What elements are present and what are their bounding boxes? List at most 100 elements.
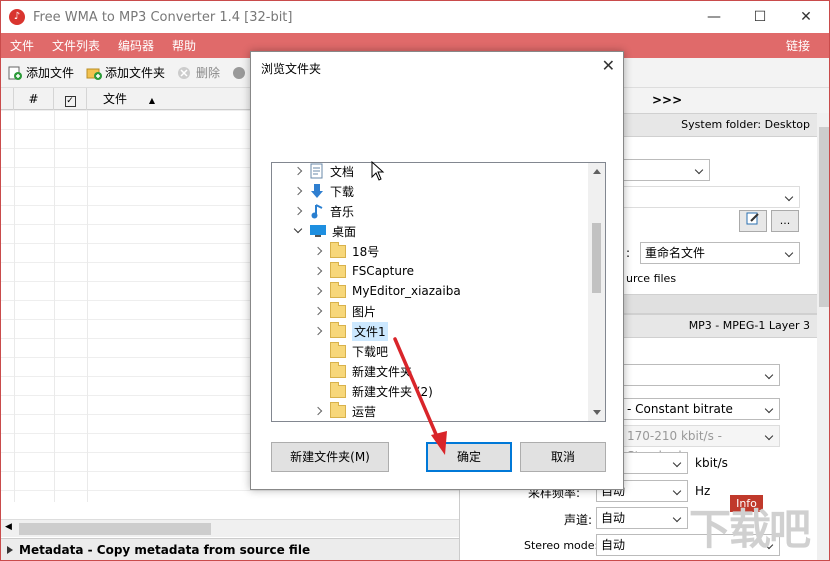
source-files-label: urce files bbox=[626, 272, 677, 285]
add-folder-button[interactable]: 添加文件夹 bbox=[86, 64, 165, 81]
tree-item-label: 新建文件夹 bbox=[352, 364, 413, 379]
folder-icon bbox=[330, 261, 346, 278]
tree-item-label: 下载吧 bbox=[352, 344, 389, 359]
folder-dropdown[interactable] bbox=[622, 159, 710, 181]
browse-button[interactable]: ... bbox=[771, 210, 799, 232]
stereo-mode-label: Stereo mode: bbox=[524, 539, 599, 552]
folder-icon bbox=[330, 341, 346, 358]
edit-path-button[interactable] bbox=[739, 210, 767, 232]
folder-icon bbox=[330, 401, 346, 418]
tree-item-label: 音乐 bbox=[330, 204, 355, 219]
tree-item[interactable]: 新建文件夹 bbox=[312, 361, 412, 381]
tree-item[interactable]: 文件1 bbox=[312, 321, 388, 341]
chevron-right-icon[interactable] bbox=[312, 404, 326, 418]
rename-dropdown[interactable]: 重命名文件 bbox=[640, 242, 800, 264]
add-folder-label: 添加文件夹 bbox=[105, 66, 166, 80]
folder-tree[interactable]: 文档下载音乐桌面 18号 FSCapture MyEditor_xiazaiba 图片文… bbox=[271, 162, 606, 422]
chevron-right-icon[interactable] bbox=[312, 324, 326, 338]
bitrate-range-dropdown: 170-210 kbit/s - Standard bbox=[622, 425, 780, 463]
tree-item[interactable]: 图片 bbox=[312, 301, 376, 321]
chevron-right-icon[interactable] bbox=[312, 304, 326, 318]
folder-icon bbox=[330, 321, 346, 338]
channel-label: 声道: bbox=[564, 513, 593, 527]
chevron-right-icon[interactable] bbox=[312, 284, 326, 298]
delete-label: 删除 bbox=[196, 66, 221, 80]
folder-icon bbox=[330, 241, 346, 258]
path-input[interactable] bbox=[622, 186, 800, 208]
tree-item[interactable]: FSCapture bbox=[312, 261, 414, 281]
dialog-close-button[interactable]: ✕ bbox=[602, 56, 615, 75]
tree-item-label: MyEditor_xiazaiba bbox=[352, 284, 461, 298]
tree-item[interactable]: 音乐 bbox=[292, 201, 354, 221]
tree-item-label: 文件1 bbox=[352, 321, 388, 341]
bitrate-mode-dropdown[interactable]: - Constant bitrate bbox=[622, 398, 780, 420]
menu-help[interactable]: 帮助 bbox=[163, 37, 205, 54]
tree-item[interactable]: 下载 bbox=[292, 181, 354, 201]
toolbar-extra-icon[interactable] bbox=[232, 66, 251, 80]
more-button[interactable]: >>> bbox=[652, 93, 682, 107]
download-icon bbox=[310, 183, 324, 199]
folder-icon bbox=[330, 361, 346, 378]
metadata-section[interactable]: Metadata - Copy metadata from source fil… bbox=[1, 538, 459, 560]
cancel-button[interactable]: 取消 bbox=[520, 442, 606, 472]
tree-item-label: 18号 bbox=[352, 244, 380, 259]
desktop-icon bbox=[310, 224, 326, 238]
bitrate-dropdown[interactable] bbox=[622, 452, 688, 474]
horizontal-scrollbar[interactable]: ◀ bbox=[1, 519, 459, 537]
maximize-button[interactable]: ☐ bbox=[737, 1, 783, 33]
tree-item[interactable]: MyEditor_xiazaiba bbox=[312, 281, 461, 301]
title-bar: ♪ Free WMA to MP3 Converter 1.4 [32-bit]… bbox=[1, 1, 829, 33]
kbit-unit-label: kbit/s bbox=[695, 456, 728, 470]
chevron-right-icon[interactable] bbox=[312, 264, 326, 278]
ok-button[interactable]: 确定 bbox=[426, 442, 512, 472]
mouse-cursor-icon bbox=[371, 161, 385, 181]
tree-item-label: 桌面 bbox=[332, 224, 357, 239]
tree-item[interactable]: 18号 bbox=[312, 241, 379, 261]
tree-item[interactable]: 桌面 bbox=[292, 221, 356, 241]
chevron-right-icon[interactable] bbox=[292, 204, 306, 218]
folder-icon bbox=[330, 281, 346, 298]
delete-button[interactable]: 删除 bbox=[177, 64, 220, 81]
chevron-right-icon[interactable] bbox=[312, 244, 326, 258]
add-file-button[interactable]: 添加文件 bbox=[7, 64, 74, 81]
channel-dropdown[interactable]: 自动 bbox=[596, 507, 688, 529]
tree-scrollbar[interactable] bbox=[588, 163, 605, 421]
tree-item-label: 图片 bbox=[352, 304, 377, 319]
tree-item[interactable]: 文档 bbox=[292, 163, 355, 181]
column-number[interactable]: # bbox=[14, 88, 54, 110]
add-folder-icon bbox=[86, 66, 103, 80]
tree-item[interactable]: 下载吧 bbox=[312, 341, 388, 361]
chevron-right-icon[interactable] bbox=[292, 184, 306, 198]
folder-icon bbox=[330, 381, 346, 398]
chevron-right-icon[interactable] bbox=[292, 164, 306, 178]
add-file-icon bbox=[7, 66, 23, 80]
delete-icon bbox=[177, 66, 193, 80]
folder-icon bbox=[330, 301, 346, 318]
minimize-button[interactable]: — bbox=[691, 1, 737, 33]
tree-item[interactable]: 新建文件夹 (2) bbox=[312, 381, 433, 401]
window-title: Free WMA to MP3 Converter 1.4 [32-bit] bbox=[33, 9, 293, 25]
main-window: ♪ Free WMA to MP3 Converter 1.4 [32-bit]… bbox=[0, 0, 830, 561]
menu-links[interactable]: 链接 bbox=[777, 37, 819, 54]
music-note-icon: ♪ bbox=[9, 9, 25, 25]
menu-encoder[interactable]: 编码器 bbox=[109, 37, 163, 54]
select-all-checkbox[interactable]: ✓ bbox=[54, 88, 87, 110]
encoder-dropdown[interactable] bbox=[622, 364, 780, 386]
close-button[interactable]: ✕ bbox=[783, 1, 829, 33]
dialog-title: 浏览文件夹 bbox=[261, 62, 322, 76]
menu-filelist[interactable]: 文件列表 bbox=[43, 37, 109, 54]
tree-item-label: 文档 bbox=[330, 164, 355, 179]
add-file-label: 添加文件 bbox=[26, 66, 75, 80]
tree-item[interactable]: 运营 bbox=[312, 401, 376, 421]
tree-item-label: 新建文件夹 (2) bbox=[352, 384, 433, 399]
tree-item-label: 运营 bbox=[352, 404, 377, 419]
settings-scrollbar[interactable] bbox=[817, 113, 829, 560]
menu-file[interactable]: 文件 bbox=[1, 37, 43, 54]
document-icon bbox=[310, 163, 324, 179]
new-folder-button[interactable]: 新建文件夹(M) bbox=[271, 442, 389, 472]
watermark-logo: 下载吧 bbox=[689, 505, 811, 554]
chevron-down-icon[interactable] bbox=[292, 224, 306, 238]
